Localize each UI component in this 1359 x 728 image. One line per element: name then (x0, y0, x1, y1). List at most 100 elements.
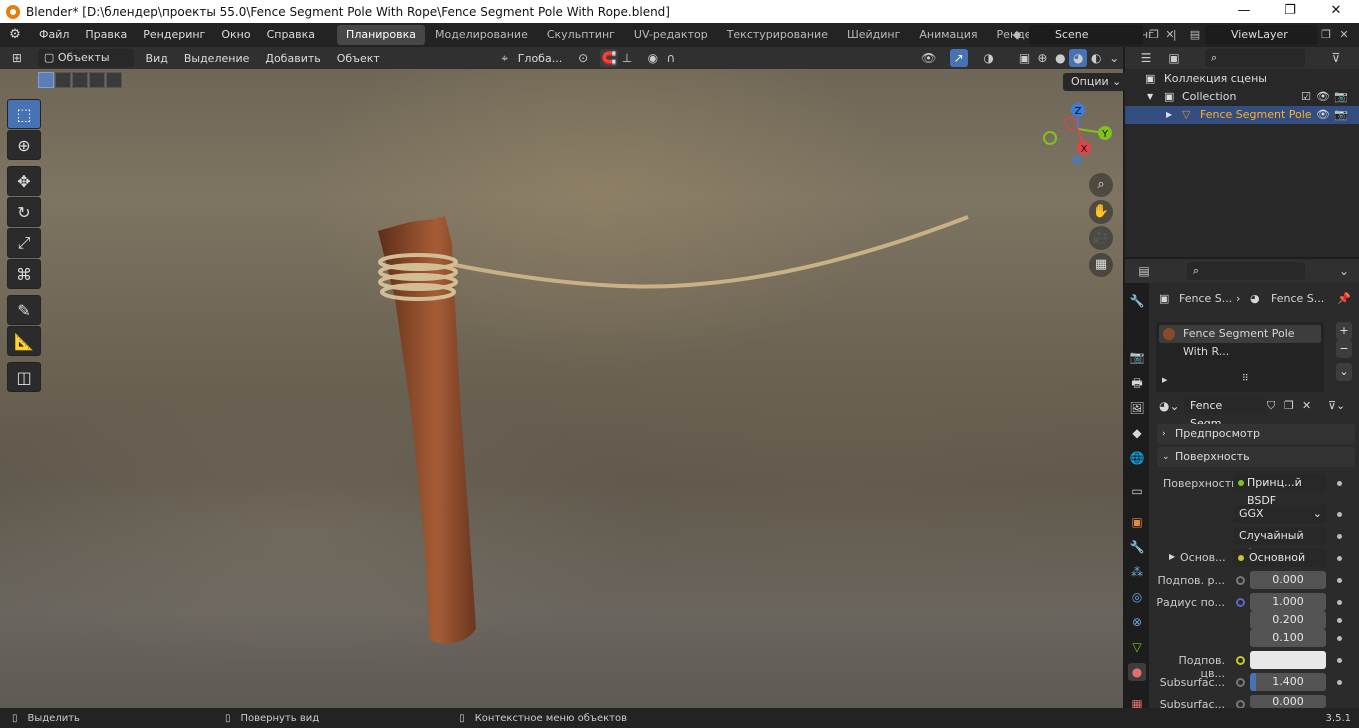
fake-user-icon[interactable]: ⛉ (1267, 399, 1275, 413)
delete-scene-icon[interactable]: ✕ (1162, 27, 1178, 43)
viewlayer-icon[interactable]: ▤ (1187, 27, 1203, 43)
xray-icon[interactable]: ▣ (1016, 49, 1034, 67)
constraints-tab-icon[interactable]: ⊗ (1128, 613, 1146, 631)
preview-panel-header[interactable]: › Предпросмотр (1157, 424, 1355, 444)
material-tab-icon[interactable]: ● (1128, 663, 1146, 681)
outliner-row-fence-pole[interactable]: ▶ ▽ Fence Segment Pole 👁 📷 (1125, 106, 1359, 124)
pin-icon[interactable]: 📌 (1337, 292, 1351, 305)
keyframe-dot[interactable] (1337, 658, 1342, 663)
options-dropdown[interactable]: Опции ⌄ (1063, 73, 1130, 91)
tab-shading[interactable]: Шейдинг (838, 25, 909, 45)
delete-viewlayer-icon[interactable]: ✕ (1336, 27, 1352, 43)
rope[interactable] (449, 215, 969, 289)
add-slot-button[interactable]: + (1336, 322, 1352, 340)
shading-rendered-icon[interactable]: ◐ (1087, 49, 1105, 67)
rotate-tool-icon[interactable]: ↻ (7, 197, 41, 227)
link-type-icon[interactable]: ⊽⌄ (1328, 399, 1345, 412)
pivot-icon[interactable]: ⊙ (574, 49, 592, 67)
falloff-icon[interactable]: ∩ (662, 49, 680, 67)
socket-icon[interactable] (1236, 678, 1245, 687)
keyframe-dot[interactable] (1337, 556, 1342, 561)
resize-handle-icon[interactable]: ⠿ (1242, 374, 1249, 384)
keyframe-dot[interactable] (1337, 636, 1342, 641)
outliner-editor-icon[interactable]: ☰ (1137, 49, 1155, 67)
remove-slot-button[interactable]: − (1336, 340, 1352, 358)
keyframe-dot[interactable] (1337, 512, 1342, 517)
camera-view-icon[interactable]: 🎥 (1089, 226, 1113, 250)
pan-hand-icon[interactable]: ✋ (1089, 200, 1113, 224)
menu-select[interactable]: Выделение (176, 52, 258, 65)
navigation-gizmo[interactable]: Z Y X (1043, 103, 1112, 165)
menu-help[interactable]: Справка (259, 23, 323, 47)
keyframe-dot[interactable] (1337, 680, 1342, 685)
collection-tab-icon[interactable]: ▭ (1128, 482, 1146, 500)
orientation-dropdown[interactable]: Глоба... (514, 52, 566, 65)
scene-tab-icon[interactable]: ◆ (1128, 424, 1146, 442)
radius-z-field[interactable]: 0.100 (1250, 629, 1326, 647)
blender-menu-icon[interactable]: ⚙ (7, 27, 23, 43)
tab-modeling[interactable]: Моделирование (426, 25, 537, 45)
base-color-field[interactable]: Основной цвет (1233, 549, 1326, 582)
menu-view[interactable]: Вид (138, 52, 176, 65)
select-extend-icon[interactable] (55, 72, 71, 88)
measure-tool-icon[interactable]: 📐 (7, 326, 41, 356)
shading-solid-icon[interactable]: ● (1051, 49, 1069, 67)
outliner-search-input[interactable]: ⌕ (1205, 49, 1305, 67)
zoom-icon[interactable]: ⌕ (1089, 173, 1113, 197)
expand-icon[interactable]: ▼ (1147, 88, 1153, 106)
vector-socket-icon[interactable] (1236, 598, 1245, 607)
menu-add[interactable]: Добавить (257, 52, 328, 65)
move-tool-icon[interactable]: ✥ (7, 166, 41, 196)
surface-shader-field[interactable]: Принц...й BSDF (1233, 474, 1326, 507)
select-new-icon[interactable] (38, 72, 54, 88)
add-cube-tool-icon[interactable]: ◫ (7, 362, 41, 392)
editor-type-icon[interactable]: ⊞ (8, 49, 26, 67)
subsurface-ior-field[interactable]: 1.400 (1250, 673, 1326, 691)
new-scene-icon[interactable]: ❐ (1146, 27, 1162, 43)
subsurface-anisotropy-field[interactable]: 0.000 (1250, 695, 1326, 708)
minimize-button[interactable]: — (1221, 0, 1267, 23)
keyframe-dot[interactable] (1337, 481, 1342, 486)
menu-file[interactable]: Файл (31, 23, 77, 47)
mode-dropdown[interactable]: ▢ Объекты (37, 49, 134, 67)
keyframe-dot[interactable] (1337, 534, 1342, 539)
subsurface-weight-field[interactable]: 0.000 (1250, 571, 1326, 589)
shading-material-icon[interactable]: ◕ (1069, 49, 1088, 67)
shading-wireframe-icon[interactable]: ⊕ (1033, 49, 1051, 67)
material-slot-list[interactable]: Fence Segment Pole With R... ▶ ⠿ (1156, 322, 1324, 392)
color-socket-icon[interactable] (1236, 656, 1245, 665)
outliner-row-collection[interactable]: ▼ ▣ Collection ☑ 👁 📷 (1125, 88, 1359, 106)
checkbox-icon[interactable]: ☑ (1299, 88, 1313, 106)
radius-x-field[interactable]: 1.000 (1250, 593, 1326, 611)
3d-viewport[interactable]: Z Y X ⌕ ✋ 🎥 ▦ (0, 69, 1123, 708)
proportional-edit-icon[interactable]: ◉ (644, 49, 662, 67)
viewlayer-selector[interactable]: ViewLayer (1205, 25, 1317, 45)
outliner-row-scene-collection[interactable]: ▣ Коллекция сцены (1125, 70, 1359, 88)
scene-icon[interactable]: ◆ (1009, 27, 1025, 43)
visibility-icon[interactable]: 👁 (920, 49, 938, 67)
transform-tool-icon[interactable]: ⌘ (7, 259, 41, 289)
tab-texture-paint[interactable]: Текстурирование (718, 25, 837, 45)
tool-tab-icon[interactable]: 🔧 (1128, 292, 1146, 310)
keyframe-dot[interactable] (1337, 600, 1342, 605)
properties-search-input[interactable]: ⌕ (1187, 262, 1305, 280)
menu-render[interactable]: Рендеринг (135, 23, 213, 47)
camera-render-icon[interactable]: 📷 (1334, 106, 1348, 124)
render-tab-icon[interactable]: 📷 (1128, 348, 1146, 366)
transform-orientation-icon[interactable]: ⌖ (496, 49, 514, 67)
output-tab-icon[interactable]: 🖶 (1128, 374, 1146, 392)
modifier-tab-icon[interactable]: 🔧 (1128, 538, 1146, 556)
menu-edit[interactable]: Правка (77, 23, 135, 47)
camera-render-icon[interactable]: 📷 (1334, 88, 1348, 106)
subsurface-method-dropdown[interactable]: Случайный об... (1233, 527, 1326, 560)
tab-layout[interactable]: Планировка (337, 25, 426, 45)
keyframe-dot[interactable] (1337, 618, 1342, 623)
snap-icon[interactable]: 🧲 (600, 49, 619, 67)
duplicate-material-icon[interactable]: ❐ (1284, 399, 1294, 412)
properties-options-icon[interactable]: ⌄ (1335, 262, 1353, 280)
cursor-tool-icon[interactable]: ⊕ (7, 130, 41, 160)
radius-y-field[interactable]: 0.200 (1250, 611, 1326, 629)
physics-tab-icon[interactable]: ◎ (1128, 588, 1146, 606)
expand-socket-icon[interactable]: ▶ (1169, 552, 1175, 561)
tab-animation[interactable]: Анимация (910, 25, 986, 45)
